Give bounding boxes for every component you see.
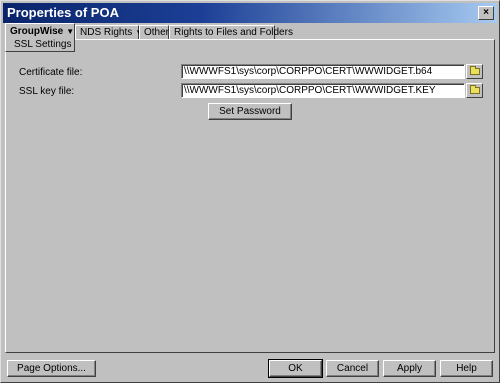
- properties-dialog: Properties of POA × GroupWise ▼ NDS Right…: [0, 0, 500, 383]
- certificate-file-label: Certificate file:: [19, 67, 83, 78]
- title-bar: Properties of POA ×: [3, 3, 497, 23]
- help-button[interactable]: Help: [440, 360, 493, 377]
- folder-icon: [470, 66, 480, 75]
- apply-button[interactable]: Apply: [383, 360, 436, 377]
- tab-other[interactable]: Other: [139, 25, 169, 39]
- set-password-button[interactable]: Set Password: [208, 103, 292, 120]
- page-options-button[interactable]: Page Options...: [7, 360, 96, 377]
- tab-nds-rights[interactable]: NDS Rights▼: [75, 25, 143, 39]
- tab-label: GroupWise: [10, 26, 64, 37]
- cancel-button[interactable]: Cancel: [326, 360, 379, 377]
- ssl-key-file-label: SSL key file:: [19, 86, 75, 97]
- tab-groupwise[interactable]: GroupWise ▼: [5, 23, 75, 40]
- chevron-down-icon: ▼: [66, 27, 75, 36]
- ssl-key-file-field[interactable]: \\WWWFS1\sys\corp\CORPPO\CERT\WWWIDGET.K…: [181, 83, 465, 98]
- certificate-browse-button[interactable]: [466, 64, 483, 79]
- folder-icon: [470, 85, 480, 94]
- ssl-key-browse-button[interactable]: [466, 83, 483, 98]
- tab-label: Other: [144, 27, 170, 38]
- tab-rights-to-files-and-folders[interactable]: Rights to Files and Folders: [169, 25, 293, 39]
- ok-button[interactable]: OK: [268, 359, 323, 378]
- certificate-file-field[interactable]: \\WWWFS1\sys\corp\CORPPO\CERT\WWWIDGET.b…: [181, 64, 465, 79]
- window-title: Properties of POA: [7, 5, 119, 20]
- tab-label: Rights to Files and Folders: [174, 27, 293, 38]
- close-icon[interactable]: ×: [478, 6, 494, 20]
- tab-label: NDS Rights: [80, 27, 133, 38]
- subtab-ssl-settings[interactable]: SSL Settings: [5, 39, 75, 52]
